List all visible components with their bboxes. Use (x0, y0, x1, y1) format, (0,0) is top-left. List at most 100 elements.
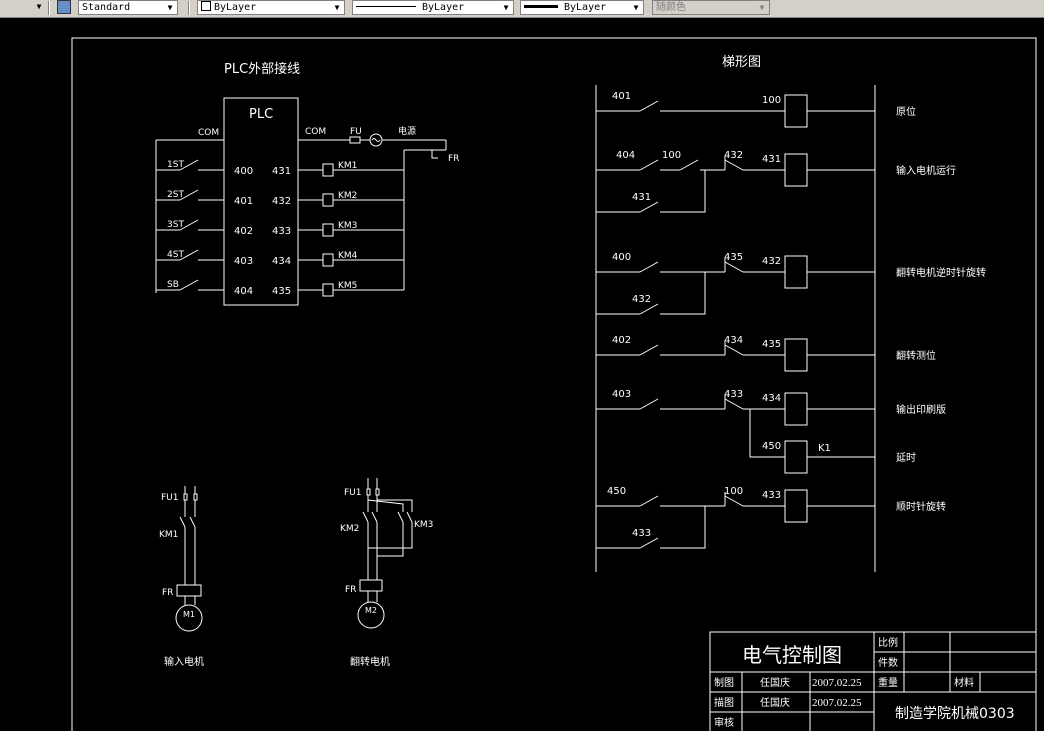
drawing-border (71, 37, 1037, 731)
plc-wiring-title: PLC外部接线 (224, 61, 300, 77)
contact-label: 433 (632, 528, 651, 539)
ladder-title: 梯形图 (722, 55, 761, 70)
rung-description: 翻转电机逆时针旋转 (896, 266, 986, 279)
output-coil (784, 153, 808, 187)
material-label: 材料 (954, 676, 974, 689)
com-right-label: COM (305, 127, 326, 137)
output-coil (784, 392, 808, 426)
motor2-caption: 翻转电机 (350, 655, 390, 668)
lineweight-select[interactable]: ByLayer ▼ (520, 0, 644, 15)
output-address: 434 (272, 256, 291, 267)
ladder-rung: 403 433 434 输出印刷版 (596, 389, 946, 426)
output-coil (784, 489, 808, 523)
input-switch-label: 3ST (167, 220, 184, 230)
contact-label: 400 (612, 252, 631, 263)
chevron-down-icon: ▼ (503, 3, 509, 12)
coil-sub-label: K1 (818, 443, 831, 454)
coil-label: 432 (762, 256, 781, 267)
motor1-caption: 输入电机 (164, 655, 204, 668)
rung-description: 顺时针旋转 (896, 500, 946, 513)
output-address: 432 (272, 196, 291, 207)
count-label: 件数 (878, 656, 898, 669)
motor1-circuit: FU1 KM1 FR M1 输入电机 (159, 486, 204, 668)
drawing-canvas[interactable]: PLC外部接线 PLC COM COM 1ST 400 2ST 401 3ST 402 4S… (0, 17, 1044, 731)
input-switch (179, 279, 199, 291)
input-address: 404 (234, 286, 253, 297)
contact-label: 433 (724, 389, 743, 400)
ladder-diagram: 梯形图 401 100原位404 100 432431431输入电机运行400 4354… (595, 55, 986, 572)
rung-description: 原位 (896, 105, 916, 118)
contact-label: 435 (724, 252, 743, 263)
output-coil (784, 440, 808, 474)
input-address: 403 (234, 256, 253, 267)
output-coil-label: KM1 (338, 161, 357, 171)
contact-label: 431 (632, 192, 651, 203)
output-coil (322, 163, 334, 177)
chevron-down-icon: ▼ (167, 3, 173, 12)
input-switch-label: 1ST (167, 160, 184, 170)
properties-toolbar: ▼ Standard ▼ ByLayer ▼ ByLayer ▼ ByLayer ▼ 随… (0, 0, 1044, 18)
scale-label: 比例 (878, 636, 898, 649)
coil-label: 434 (762, 393, 781, 404)
output-address: 435 (272, 286, 291, 297)
input-switch-label: 4ST (167, 250, 184, 260)
output-coil (322, 223, 334, 237)
checked-label: 审核 (714, 716, 734, 729)
plot-style-select[interactable]: 随颜色 ▼ (652, 0, 770, 15)
title-block: 电气控制图 比例 件数 重量 材料 制图 描图 审核 任国庆 任国庆 2007.… (709, 631, 1037, 731)
motor2-km2-label: KM2 (340, 524, 359, 534)
contact-label: 402 (612, 335, 631, 346)
linetype-value: ByLayer (422, 2, 465, 13)
drawing-title: 电气控制图 (742, 643, 842, 667)
contact-label: 403 (612, 389, 631, 400)
com-left-label: COM (198, 128, 219, 138)
motor1-m-label: M1 (183, 610, 195, 619)
text-style-icon[interactable] (57, 0, 71, 14)
rung-description: 延时 (896, 452, 916, 464)
coil-label: 431 (762, 154, 781, 165)
input-address: 402 (234, 226, 253, 237)
output-coil (784, 338, 808, 372)
linetype-select[interactable]: ByLayer ▼ (352, 0, 514, 15)
output-coil (784, 94, 808, 128)
output-coil-label: KM3 (338, 221, 357, 231)
layer-value: ByLayer (214, 2, 257, 13)
output-coil-label: KM4 (338, 251, 358, 261)
motor2-fu-label: FU1 (344, 488, 362, 498)
ladder-rung: 404 100 432 431 431 输入电机运行 (596, 150, 956, 213)
motor2-circuit: FU1 KM2 KM3 FR M2 翻转电机 (340, 478, 433, 668)
layer-select[interactable]: ByLayer ▼ (197, 0, 345, 15)
motor2-fr-label: FR (345, 585, 356, 595)
prev-dropdown[interactable]: ▼ (0, 0, 46, 15)
text-style-value: Standard (82, 2, 131, 13)
input-switch-label: 2ST (167, 190, 184, 200)
drawn-date: 2007.02.25 (812, 677, 862, 689)
power-label: 电源 (398, 125, 416, 137)
plc-box-label: PLC (249, 107, 273, 122)
input-switch-label: SB (167, 280, 179, 290)
text-style-select[interactable]: Standard ▼ (78, 0, 178, 15)
chevron-down-icon: ▼ (633, 3, 639, 12)
traced-label: 描图 (714, 696, 734, 709)
output-coil (322, 253, 334, 267)
chevron-down-icon: ▼ (36, 2, 42, 11)
coil-label: 433 (762, 490, 781, 501)
contact-label: 450 (607, 486, 626, 497)
traced-by: 任国庆 (760, 696, 790, 709)
input-address: 401 (234, 196, 253, 207)
drawn-label: 制图 (714, 676, 734, 689)
plc-wiring-diagram: PLC外部接线 PLC COM COM 1ST 400 2ST 401 3ST 402 4S… (155, 61, 459, 306)
contact-label: 432 (724, 150, 743, 161)
motor2-m-label: M2 (365, 606, 377, 615)
output-coil-label: KM2 (338, 191, 357, 201)
linetype-sample-icon (356, 6, 416, 7)
ladder-rung: 401 100 原位 (596, 91, 916, 128)
fuse-symbol (349, 136, 361, 144)
motor1-km-label: KM1 (159, 530, 178, 540)
toolbar-separator (48, 1, 50, 15)
drawn-by: 任国庆 (760, 676, 790, 689)
motor1-fu-label: FU1 (161, 493, 179, 503)
output-address: 431 (272, 166, 291, 177)
contact-label: 432 (632, 294, 651, 305)
ladder-rung: 400 435 432 432 翻转电机逆时针旋转 (596, 252, 986, 315)
